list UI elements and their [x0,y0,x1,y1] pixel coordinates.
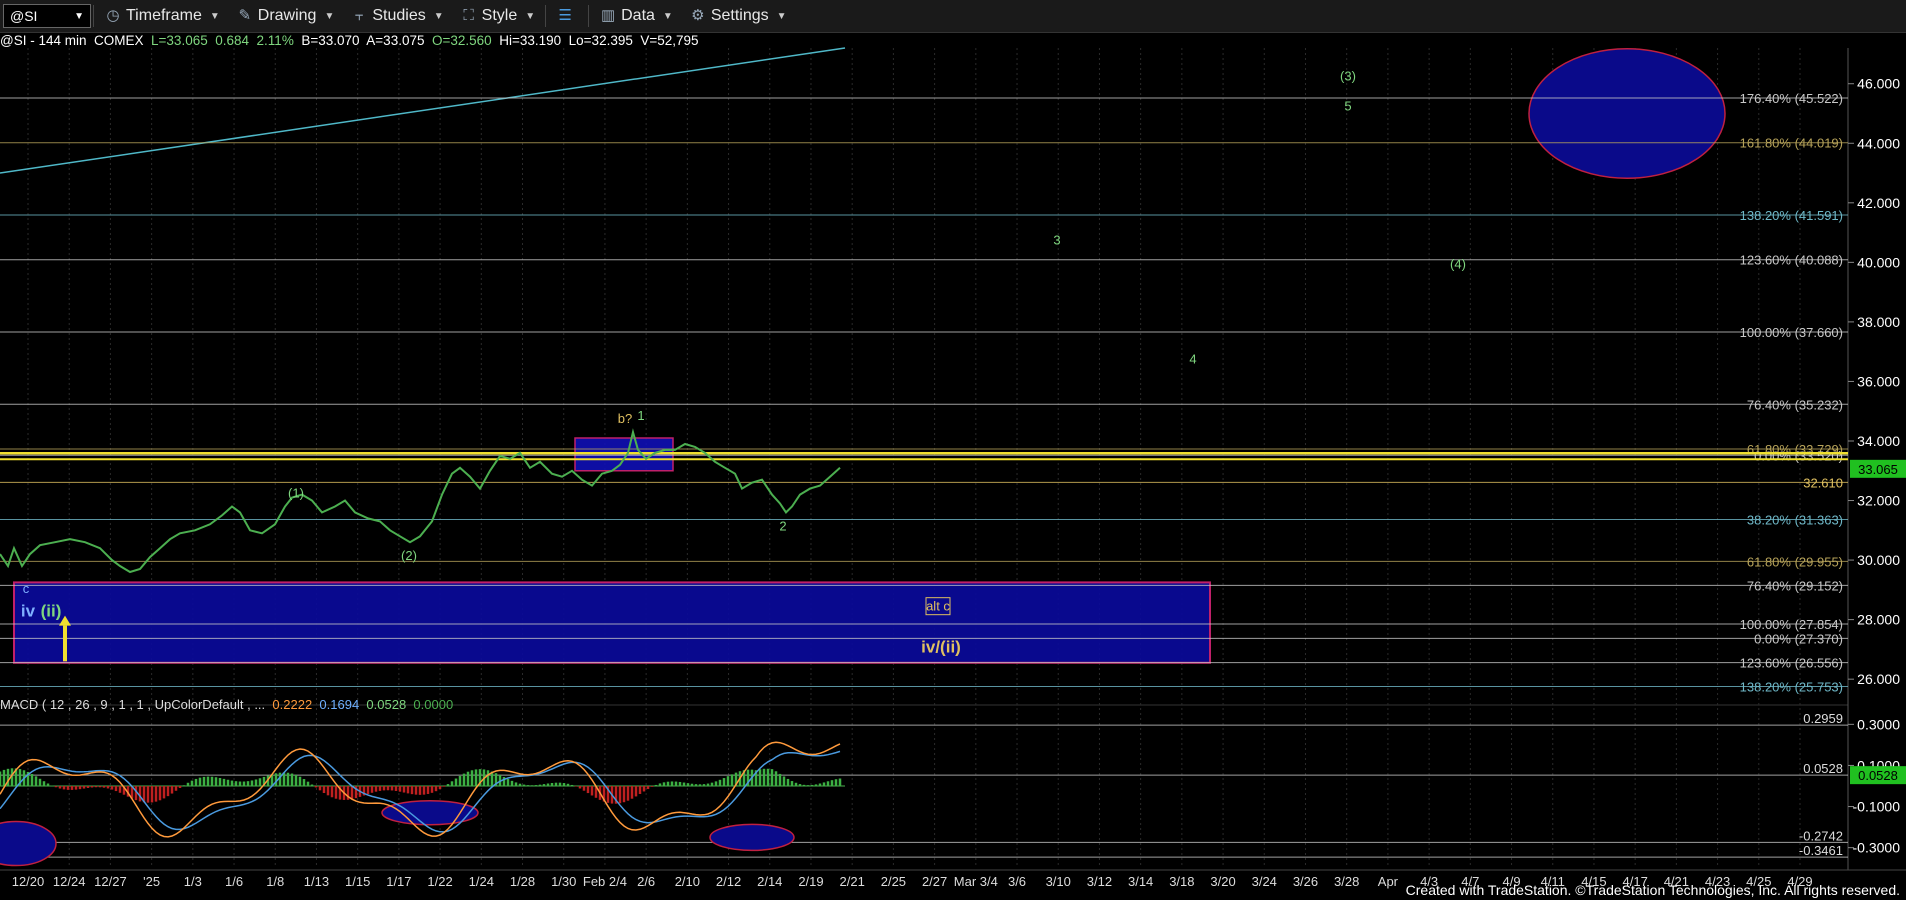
fib-level-label: 123.60% (40.088) [1740,253,1843,268]
fib-level-label: 100.00% (27.854) [1740,617,1843,632]
price-tick-label: 26.000 [1857,671,1900,687]
macd-info: MACD ( 12 , 26 , 9 , 1 , 1 , UpColorDefa… [0,697,453,712]
fib-level-label: 38.20% (31.363) [1747,512,1843,527]
wave-label: 1 [637,408,644,423]
time-tick-label: 3/14 [1128,874,1153,889]
fib-level-label: 161.80% (44.019) [1740,136,1843,151]
time-tick-label: 1/15 [345,874,370,889]
fib-level-label: 0.00% (33.520) [1754,448,1843,463]
time-tick-label: 3/12 [1087,874,1112,889]
fib-level-label: 61.80% (29.955) [1747,554,1843,569]
macd-tick-label: 0.3000 [1857,716,1900,732]
wave-label: alt c [926,599,950,614]
price-tick-label: 42.000 [1857,195,1900,211]
time-tick-label: 2/27 [922,874,947,889]
macd-label: MACD ( 12 , 26 , 9 , 1 , 1 , UpColorDefa… [0,697,266,712]
time-tick-label: 1/13 [304,874,329,889]
time-tick-label: 1/3 [184,874,202,889]
time-tick-label: 12/20 [12,874,45,889]
time-tick-label: 2/12 [716,874,741,889]
time-tick-label: 3/24 [1252,874,1277,889]
time-tick-label: 1/17 [386,874,411,889]
macd-ellipse [709,823,795,852]
time-tick-label: Apr [1378,874,1399,889]
macd-zero-value: 0.0000 [413,697,454,712]
target-ellipse [1528,47,1726,179]
time-tick-label: 2/6 [637,874,655,889]
fib-level-label: 123.60% (26.556) [1740,656,1843,671]
wave-label: c [23,581,30,596]
fib-level-label: 176.40% (45.522) [1740,91,1843,106]
wave-label: (1) [288,486,304,501]
macd-level-label: -0.2742 [1799,828,1843,843]
price-tick-label: 30.000 [1857,552,1900,568]
time-tick-label: 2/19 [798,874,823,889]
time-tick-label: 3/26 [1293,874,1318,889]
time-tick-label: 2/25 [881,874,906,889]
time-tick-label: Feb 2/4 [583,874,627,889]
last-price-label: 33.065 [1858,462,1898,477]
time-tick-label: 3/20 [1210,874,1235,889]
time-tick-label: Mar 3/4 [954,874,998,889]
time-tick-label: 2/14 [757,874,782,889]
time-tick-label: 2/21 [840,874,865,889]
copyright-footer: Created with TradeStation. ©TradeStation… [1405,882,1900,898]
price-tick-label: 38.000 [1857,314,1900,330]
price-tick-label: 32.000 [1857,493,1900,509]
wave-label: (ii) [41,602,62,621]
fib-level-label: 138.20% (25.753) [1740,680,1843,695]
wave-label: (4) [1450,256,1466,271]
price-tick-label: 34.000 [1857,433,1900,449]
wave-label: 3 [1053,232,1060,247]
wave-label: iv [21,602,36,621]
wave-label: (3) [1340,69,1356,84]
time-tick-label: 3/28 [1334,874,1359,889]
macd-level-label: -0.3461 [1799,843,1843,858]
time-tick-label: 1/22 [427,874,452,889]
time-tick-label: 1/28 [510,874,535,889]
support-zone-box [13,581,1211,664]
macd-level-label: 0.0528 [1803,761,1843,776]
macd-histogram-value: 0.0528 [366,697,407,712]
macd-last-label: 0.0528 [1858,768,1898,783]
fib-level-label: 76.40% (35.232) [1747,397,1843,412]
wave-label: 5 [1344,99,1351,114]
fib-level-label: 0.00% (27.370) [1754,631,1843,646]
time-tick-label: 3/18 [1169,874,1194,889]
price-tick-label: 36.000 [1857,373,1900,389]
macd-ellipse [0,820,57,867]
time-tick-label: 1/30 [551,874,576,889]
wave-label: 4 [1189,352,1196,367]
fib-level-label: 138.20% (41.591) [1740,208,1843,223]
price-tick-label: 46.000 [1857,76,1900,92]
time-tick-label: 12/27 [94,874,127,889]
wave-label: (2) [401,548,417,563]
fib-level-label: 32.610 [1803,475,1843,490]
time-tick-label: 2/10 [675,874,700,889]
macd-value: 0.2222 [272,697,313,712]
time-tick-label: 1/24 [469,874,494,889]
price-tick-label: 28.000 [1857,612,1900,628]
time-tick-label: '25 [143,874,160,889]
time-tick-label: 12/24 [53,874,86,889]
macd-signal-value: 0.1694 [319,697,360,712]
wave-label: iv/(ii) [921,637,961,656]
wave-label: 2 [779,518,786,533]
macd-level-label: 0.2959 [1803,711,1843,726]
fib-level-label: 100.00% (37.660) [1740,325,1843,340]
time-tick-label: 3/6 [1008,874,1026,889]
time-tick-label: 1/6 [225,874,243,889]
time-tick-label: 1/8 [266,874,284,889]
price-tick-label: 40.000 [1857,254,1900,270]
fib-level-label: 76.40% (29.152) [1747,578,1843,593]
price-tick-label: 44.000 [1857,135,1900,151]
macd-tick-label: -0.3000 [1853,840,1901,856]
time-tick-label: 3/10 [1046,874,1071,889]
price-chart[interactable]: 12/20 12/24 12/27'25 1/3 1/6 1/8 1/13 1/15 1/17 1… [0,0,1906,900]
trend-line [0,47,846,174]
wave-label: b? [618,411,632,426]
macd-tick-label: -0.1000 [1853,799,1901,815]
